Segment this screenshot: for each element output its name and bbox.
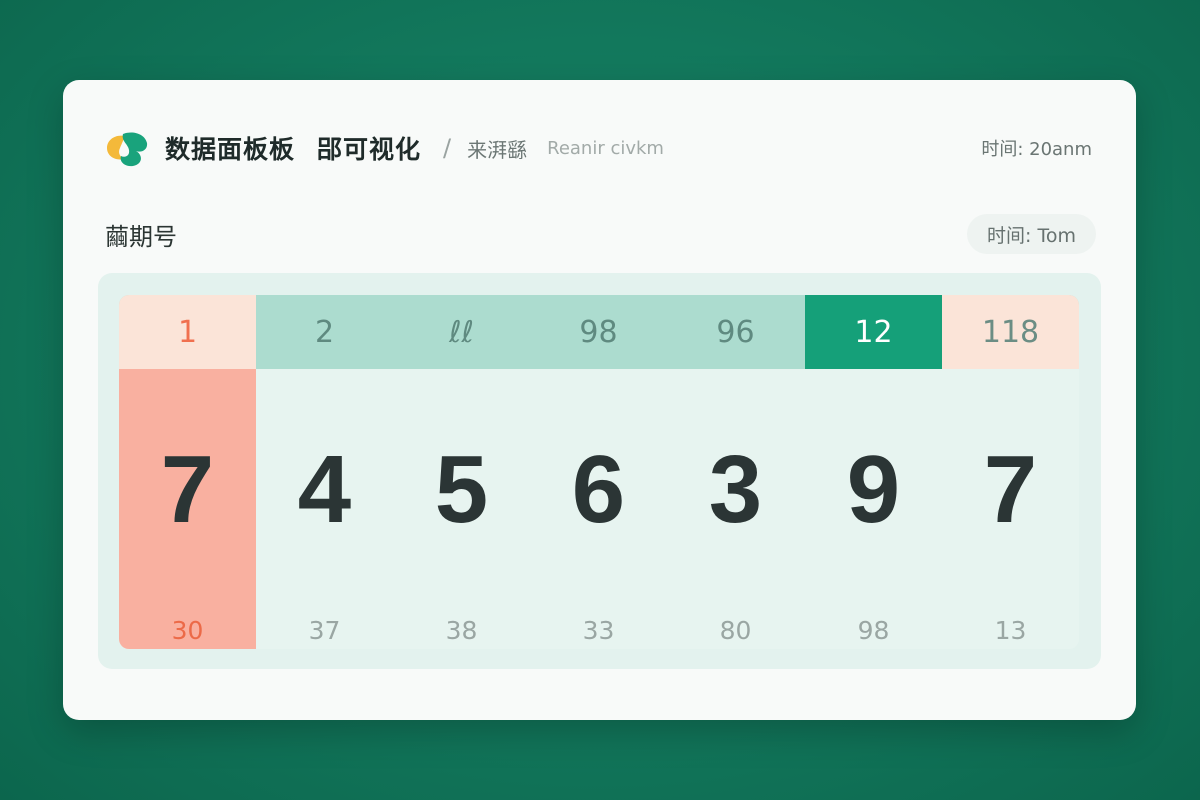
column-footer: 37 xyxy=(308,615,341,645)
column-header: ℓℓ xyxy=(449,314,474,350)
number-grid: 1 7 30 2 4 37 ℓℓ 5 38 98 6 33 96 3 80 12… xyxy=(119,295,1079,649)
number-column[interactable]: 2 4 37 xyxy=(256,295,393,649)
app-subtitle: 郘可视化 xyxy=(317,135,422,164)
number-column[interactable]: 12 9 98 xyxy=(805,295,942,649)
breadcrumb-item[interactable]: 来湃繇 xyxy=(467,134,527,163)
column-footer: 80 xyxy=(719,615,752,645)
column-header: 12 xyxy=(805,295,942,369)
column-number: 4 xyxy=(297,436,352,543)
app-logo-icon xyxy=(105,128,151,168)
breadcrumb-item-en[interactable]: Reanir civkm xyxy=(547,138,664,159)
number-board: 1 7 30 2 4 37 ℓℓ 5 38 98 6 33 96 3 80 12… xyxy=(98,273,1101,669)
section-title: 繭期号 xyxy=(105,223,177,251)
column-number: 7 xyxy=(983,436,1038,543)
column-number: 5 xyxy=(434,436,489,543)
number-column[interactable]: ℓℓ 5 38 xyxy=(393,295,530,649)
column-header: 1 xyxy=(119,295,256,369)
column-footer: 13 xyxy=(994,615,1027,645)
column-footer: 33 xyxy=(582,615,615,645)
column-header: 2 xyxy=(314,314,335,350)
column-number: 6 xyxy=(571,436,626,543)
number-column[interactable]: 118 7 13 xyxy=(942,295,1079,649)
column-footer: 98 xyxy=(857,615,890,645)
column-header: 118 xyxy=(942,295,1079,369)
column-number: 3 xyxy=(708,436,763,543)
column-header: 98 xyxy=(579,314,618,350)
column-footer: 30 xyxy=(171,615,204,645)
header-time: 时间: 20anm xyxy=(981,139,1092,160)
number-column[interactable]: 98 6 33 xyxy=(530,295,667,649)
number-column[interactable]: 96 3 80 xyxy=(667,295,804,649)
column-number: 7 xyxy=(160,436,215,543)
header-bar: 数据面板板 郘可视化 / 来湃繇 Reanir civkm 时间: 20anm xyxy=(105,126,1092,170)
number-column[interactable]: 1 7 30 xyxy=(119,295,256,649)
app-title: 数据面板板 xyxy=(165,135,296,164)
column-number: 9 xyxy=(846,436,901,543)
time-filter-pill[interactable]: 时间: Tom xyxy=(967,214,1096,254)
column-footer: 38 xyxy=(445,615,478,645)
column-header: 96 xyxy=(716,314,755,350)
dashboard-card: 数据面板板 郘可视化 / 来湃繇 Reanir civkm 时间: 20anm … xyxy=(63,80,1136,720)
breadcrumb-separator: / xyxy=(443,134,452,162)
